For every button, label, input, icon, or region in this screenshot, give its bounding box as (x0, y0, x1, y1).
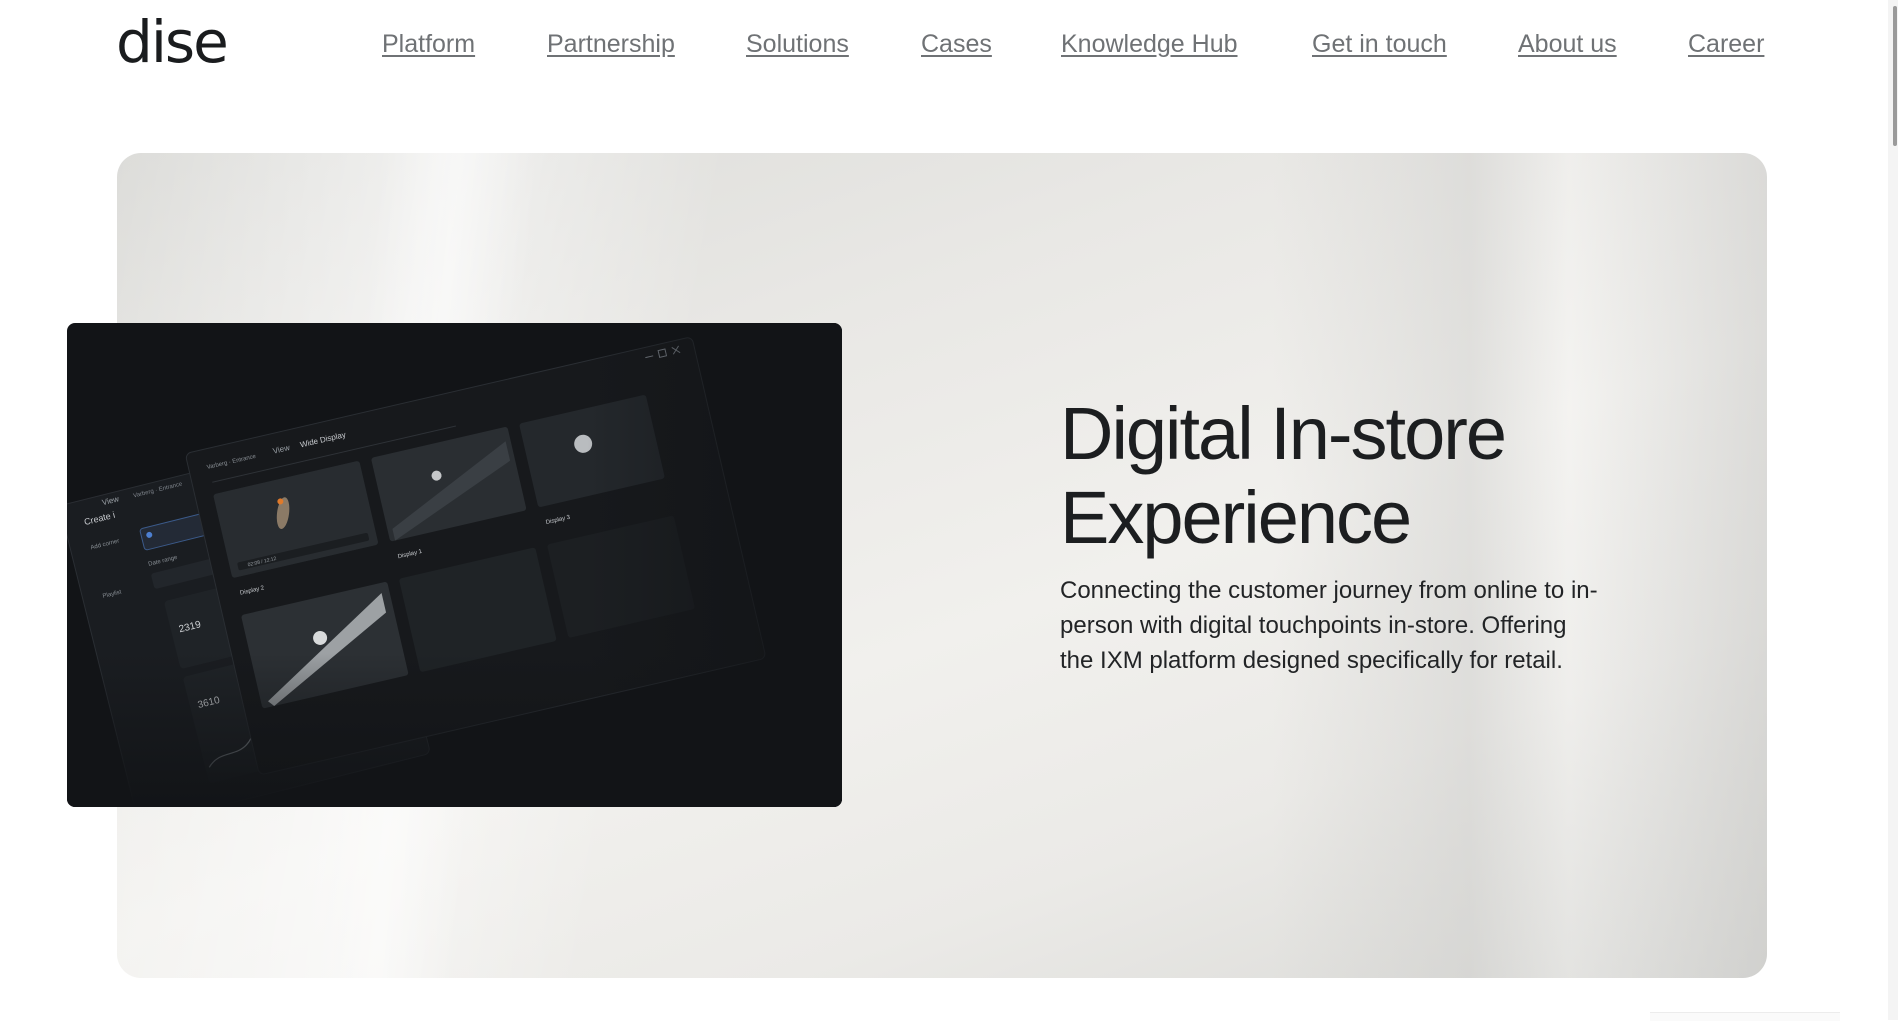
nav-platform[interactable]: Platform (382, 28, 475, 60)
dashboard-mockup-illustration: Create i View Varberg · Entrance Add cor… (67, 323, 842, 807)
nav-about-us[interactable]: About us (1518, 28, 1617, 60)
hero-title-line-2: Experience (1060, 476, 1412, 559)
nav-solutions[interactable]: Solutions (746, 28, 849, 60)
main-nav: Platform Partnership Solutions Cases Kno… (0, 28, 1898, 64)
nav-knowledge-hub[interactable]: Knowledge Hub (1061, 28, 1238, 60)
hero-title-line-1: Digital In-store (1060, 392, 1507, 475)
nav-career[interactable]: Career (1688, 28, 1764, 60)
nav-cases[interactable]: Cases (921, 28, 992, 60)
nav-partnership[interactable]: Partnership (547, 28, 675, 60)
hero-title: Digital In-store Experience (1060, 392, 1620, 560)
nav-get-in-touch[interactable]: Get in touch (1312, 28, 1447, 60)
page-scrollbar[interactable] (1888, 0, 1898, 1020)
hero-description: Connecting the customer journey from onl… (1060, 577, 1598, 674)
scrollbar-thumb[interactable] (1893, 6, 1897, 146)
product-preview-image: Create i View Varberg · Entrance Add cor… (67, 323, 842, 807)
